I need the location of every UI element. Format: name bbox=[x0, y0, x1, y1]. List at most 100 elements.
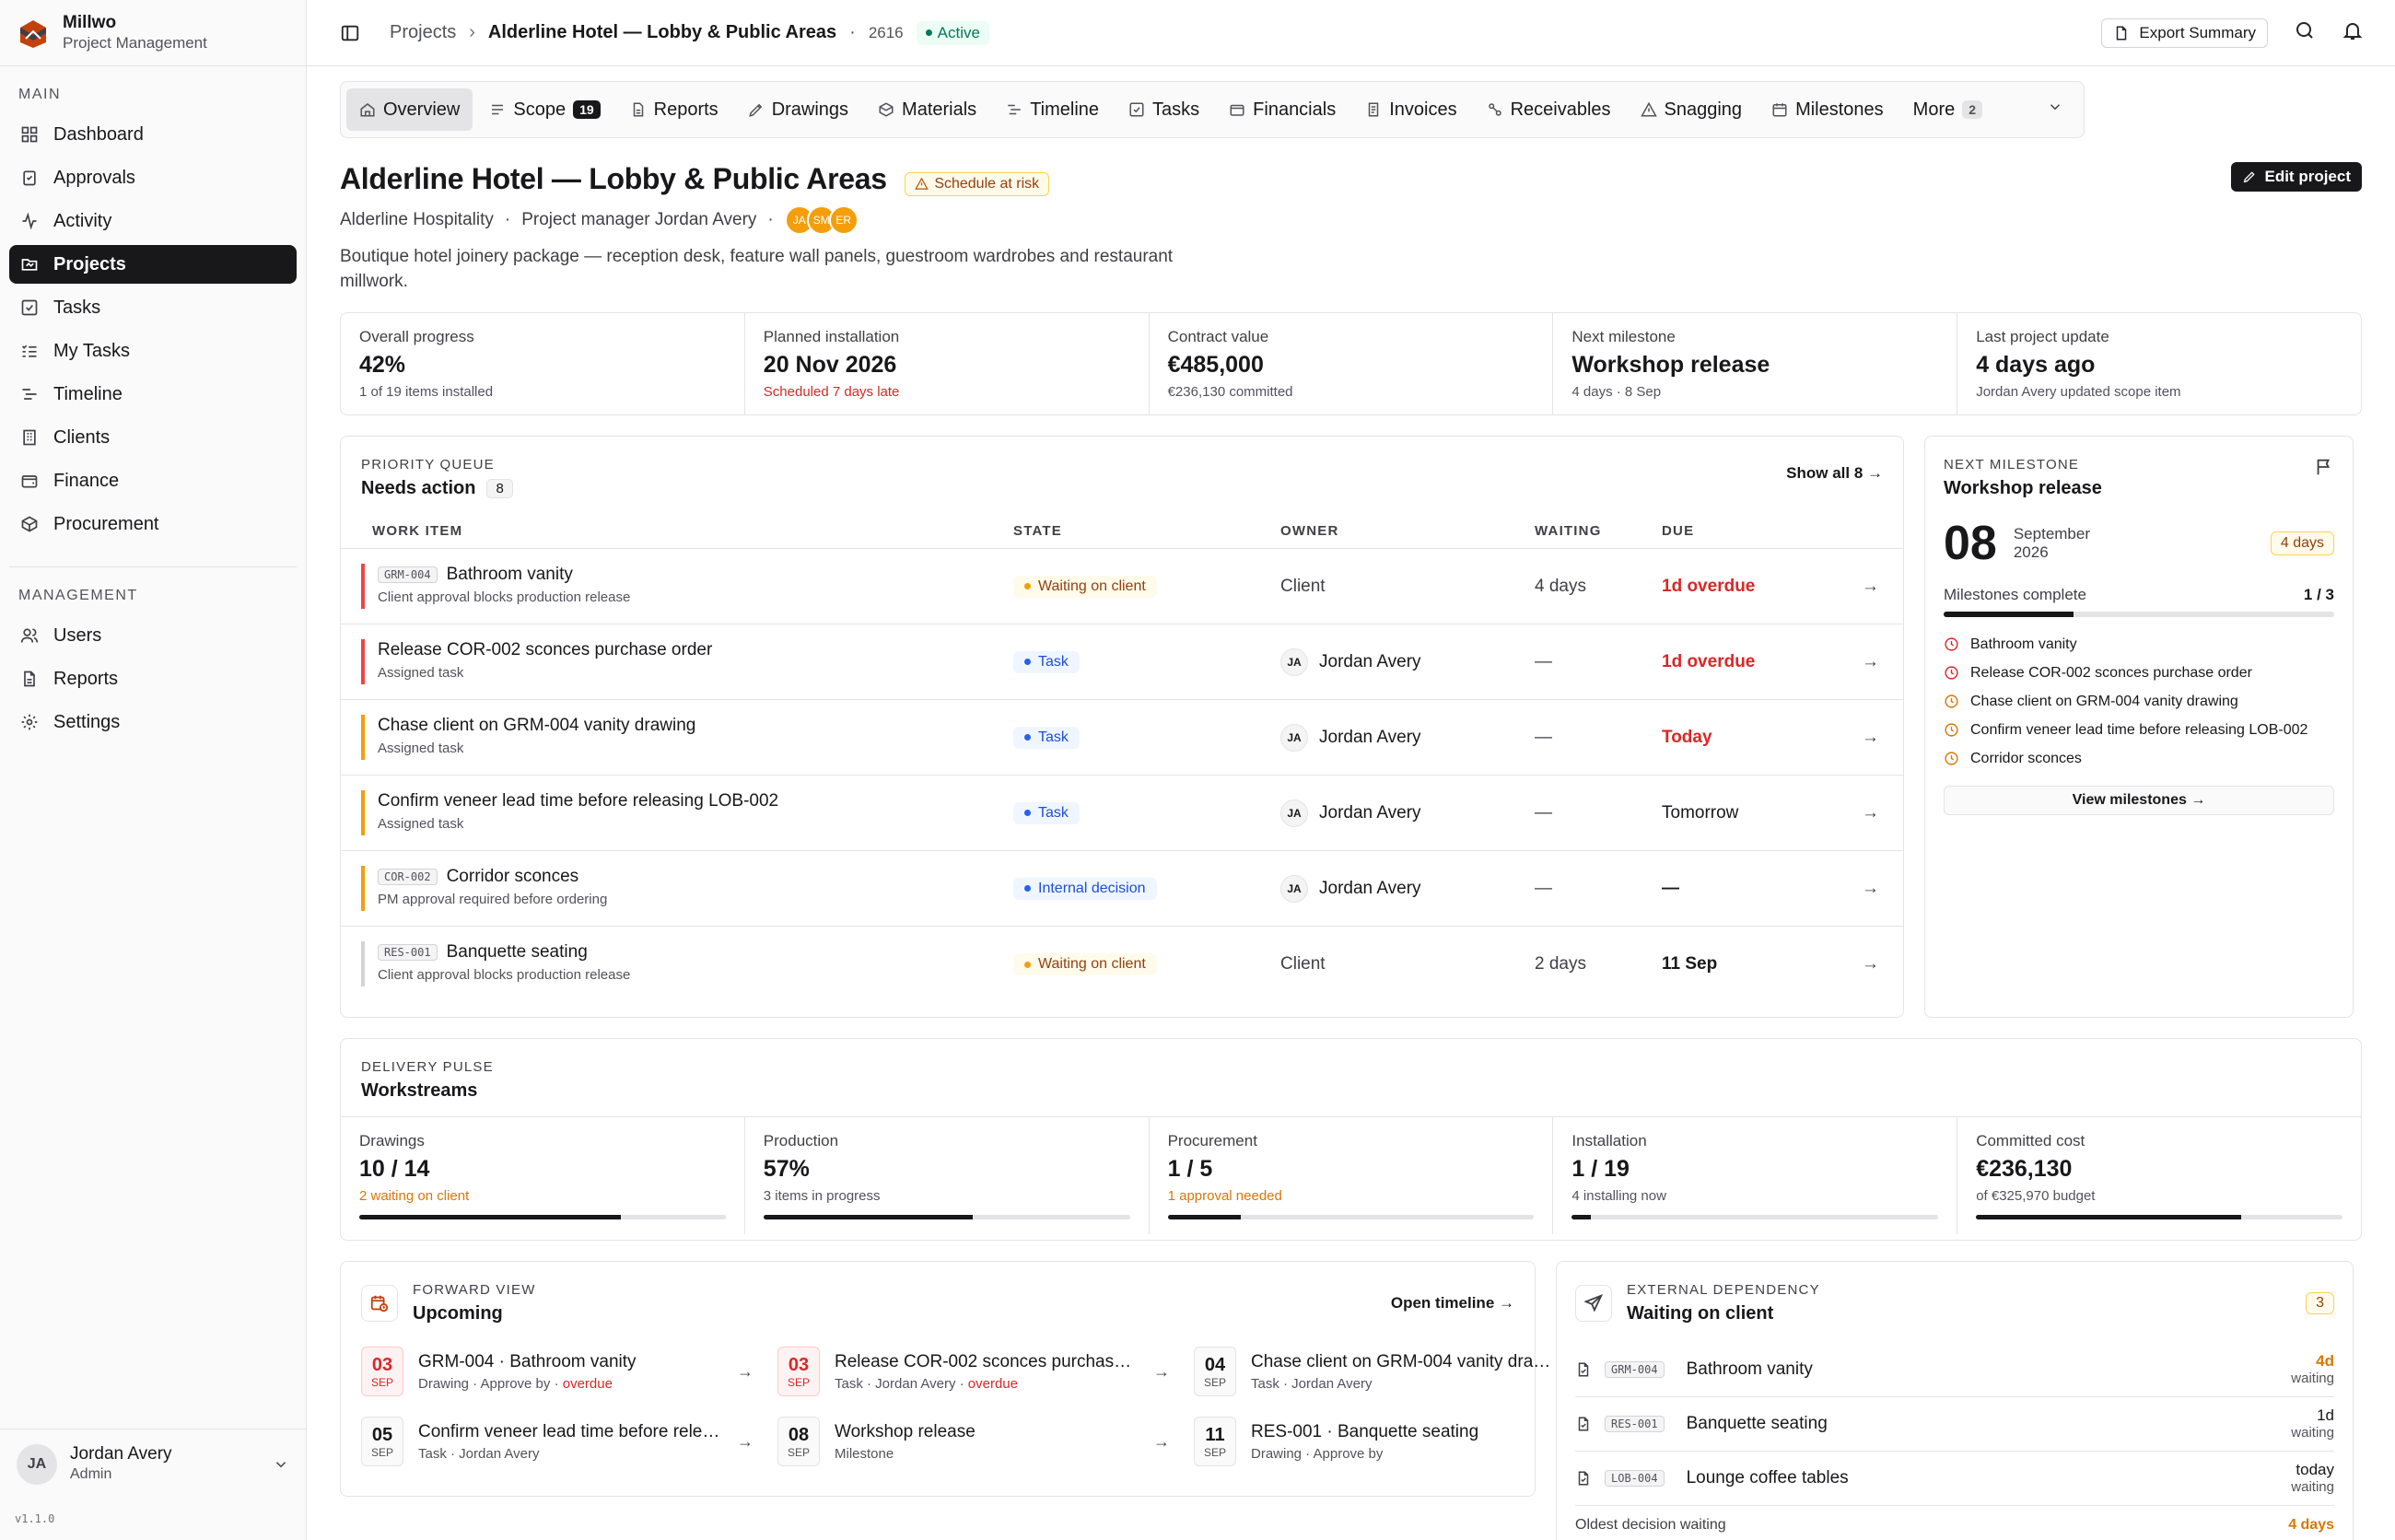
sidebar-item-procurement[interactable]: Procurement bbox=[9, 505, 297, 543]
tab-snagging[interactable]: Snagging bbox=[1628, 88, 1756, 131]
sidebar-item-users[interactable]: Users bbox=[9, 616, 297, 655]
queue-title-row: Needs action 8 bbox=[361, 478, 513, 499]
milestone-items: Bathroom vanity Release COR-002 sconces p… bbox=[1944, 630, 2334, 773]
workstream-progress-fill bbox=[1167, 1215, 1242, 1219]
table-row[interactable]: Release COR-002 sconces purchase order As… bbox=[341, 624, 1903, 700]
tab-milestones[interactable]: Milestones bbox=[1758, 88, 1897, 131]
tab-timeline[interactable]: Timeline bbox=[993, 88, 1112, 131]
clipboard-check-icon bbox=[23, 170, 36, 186]
view-milestones-button[interactable]: View milestones → bbox=[1944, 786, 2334, 815]
milestone-item[interactable]: Chase client on GRM-004 vanity drawing bbox=[1944, 687, 2334, 716]
tab-materials[interactable]: Materials bbox=[865, 88, 989, 131]
show-all-link[interactable]: Show all 8 → bbox=[1786, 464, 1883, 499]
milestone-item[interactable]: Corridor sconces bbox=[1944, 744, 2334, 773]
upcoming-item[interactable]: 03 SEP GRM-004 · Bathroom vanity Drawing · … bbox=[361, 1347, 754, 1396]
stat-label: Overall progress bbox=[359, 328, 474, 345]
sidebar-item-timeline[interactable]: Timeline bbox=[9, 375, 297, 414]
upcoming-item[interactable]: 05 SEP Confirm veneer lead time before rel… bbox=[361, 1417, 754, 1466]
team-avatars[interactable]: JA SM ER bbox=[784, 205, 859, 235]
table-row[interactable]: RES-001 Banquette seating Client approval … bbox=[341, 927, 1903, 1002]
sidebar-item-projects[interactable]: Projects bbox=[9, 245, 297, 284]
stat-sub: 4 days · 8 Sep bbox=[1571, 384, 1662, 400]
milestone-item[interactable]: Bathroom vanity bbox=[1944, 630, 2334, 659]
list-item[interactable]: LOB-004 Lounge coffee tables today waiting bbox=[1575, 1452, 2334, 1506]
edit-project-button[interactable]: Edit project bbox=[2231, 162, 2362, 192]
arrow-right-icon[interactable]: → bbox=[1848, 927, 1903, 1002]
arrow-right-icon[interactable]: → bbox=[1848, 699, 1903, 776]
sidebar-item-finance[interactable]: Finance bbox=[9, 461, 297, 500]
tab-scope[interactable]: Scope 19 bbox=[476, 88, 613, 131]
tab-invoices[interactable]: Invoices bbox=[1352, 88, 1469, 131]
avatar[interactable]: ER bbox=[828, 205, 859, 235]
arrow-right-icon[interactable]: → bbox=[1848, 850, 1903, 927]
nav-management-list: Users Reports Settings bbox=[0, 612, 306, 746]
user-menu[interactable]: JA Jordan Avery Admin bbox=[0, 1429, 306, 1499]
open-timeline-link[interactable]: Open timeline → bbox=[1391, 1294, 1514, 1312]
tab-more[interactable]: More 2 bbox=[1900, 88, 1995, 131]
stat-card: Next milestone Workshop release 4 days · 8… bbox=[1553, 313, 1958, 414]
arrow-right-icon[interactable]: → bbox=[1848, 624, 1903, 700]
table-row[interactable]: COR-002 Corridor sconces PM approval requi… bbox=[341, 850, 1903, 927]
tab-drawings[interactable]: Drawings bbox=[735, 88, 861, 131]
sidebar-item-my-tasks[interactable]: My Tasks bbox=[9, 332, 297, 370]
risk-badge: Schedule at risk bbox=[905, 171, 1050, 196]
milestone-item[interactable]: Confirm veneer lead time before releasin… bbox=[1944, 716, 2334, 744]
milestone-item[interactable]: Release COR-002 sconces purchase order bbox=[1944, 659, 2334, 687]
sidebar-item-reports[interactable]: Reports bbox=[9, 659, 297, 698]
sidebar-item-tasks[interactable]: Tasks bbox=[9, 288, 297, 327]
breadcrumb-projects[interactable]: Projects bbox=[390, 22, 456, 43]
workstream-label: Procurement bbox=[1167, 1132, 1257, 1149]
list-item[interactable]: GRM-004 Bathroom vanity 4d waiting bbox=[1575, 1343, 2334, 1397]
state-dot-icon bbox=[1024, 659, 1031, 666]
list-item[interactable]: RES-001 Banquette seating 1d waiting bbox=[1575, 1397, 2334, 1452]
stat-sub: €236,130 committed bbox=[1167, 384, 1293, 400]
tab-reports[interactable]: Reports bbox=[617, 88, 731, 131]
workstream-sub: 2 waiting on client bbox=[359, 1188, 470, 1204]
arrow-right-icon[interactable]: → bbox=[1848, 548, 1903, 624]
queue-body: GRM-004 Bathroom vanity Client approval bl… bbox=[341, 548, 1903, 1002]
milestone-item-label: Release COR-002 sconces purchase order bbox=[1970, 664, 2252, 681]
table-row[interactable]: GRM-004 Bathroom vanity Client approval bl… bbox=[341, 548, 1903, 624]
workstream-value: 10 / 14 bbox=[359, 1156, 430, 1182]
tab-financials[interactable]: Financials bbox=[1216, 88, 1349, 131]
tab-receivables[interactable]: Receivables bbox=[1474, 88, 1624, 131]
send-icon bbox=[1575, 1285, 1612, 1322]
tab-label: Materials bbox=[902, 99, 977, 120]
workstream-sub: 4 installing now bbox=[1571, 1188, 1666, 1204]
sidebar-item-activity[interactable]: Activity bbox=[9, 202, 297, 240]
gear-icon bbox=[21, 714, 38, 730]
sidebar-item-label: Users bbox=[53, 624, 102, 646]
tab-overview[interactable]: Overview bbox=[346, 88, 473, 131]
search-button[interactable] bbox=[2294, 19, 2316, 47]
brand[interactable]: Millwo Project Management bbox=[0, 0, 306, 66]
table-row[interactable]: Chase client on GRM-004 vanity drawing As… bbox=[341, 699, 1903, 776]
owner: JA Jordan Avery bbox=[1280, 723, 1535, 752]
table-row[interactable]: Confirm veneer lead time before releasin… bbox=[341, 775, 1903, 851]
workstream-progress-bar bbox=[1571, 1215, 1939, 1219]
sidebar-item-dashboard[interactable]: Dashboard bbox=[9, 115, 297, 154]
client-name[interactable]: Alderline Hospitality bbox=[340, 210, 494, 230]
upcoming-item[interactable]: 08 SEP Workshop release Milestone → bbox=[777, 1417, 1170, 1466]
export-summary-button[interactable]: Export Summary bbox=[2101, 18, 2268, 48]
upcoming-item[interactable]: 03 SEP Release COR-002 sconces purchase or… bbox=[777, 1347, 1170, 1396]
sidebar-item-settings[interactable]: Settings bbox=[9, 703, 297, 741]
tab-overview-icon bbox=[360, 103, 375, 117]
state-dot-icon bbox=[1024, 734, 1031, 741]
tab-tasks[interactable]: Tasks bbox=[1116, 88, 1212, 131]
warning-icon bbox=[915, 177, 929, 190]
sidebar-toggle-icon[interactable] bbox=[340, 23, 360, 43]
due: Today bbox=[1662, 699, 1848, 776]
milestone-item-label: Confirm veneer lead time before releasin… bbox=[1970, 721, 2308, 738]
chevron-down-icon[interactable] bbox=[273, 1456, 289, 1473]
due: 1d overdue bbox=[1662, 624, 1848, 700]
notifications-button[interactable] bbox=[2342, 19, 2364, 47]
tabs-overflow-button[interactable] bbox=[2032, 99, 2078, 121]
arrow-right-icon[interactable]: → bbox=[1848, 775, 1903, 851]
sidebar-item-approvals[interactable]: Approvals bbox=[9, 158, 297, 197]
upcoming-item[interactable]: 11 SEP RES-001 · Banquette seating Drawing … bbox=[1194, 1417, 1586, 1466]
sidebar-item-clients[interactable]: Clients bbox=[9, 418, 297, 457]
upcoming-item[interactable]: 04 SEP Chase client on GRM-004 vanity draw… bbox=[1194, 1347, 1586, 1396]
work-item-sub: Client approval blocks production releas… bbox=[378, 967, 631, 984]
state-pill: Task bbox=[1013, 726, 1080, 749]
tab-snagging-icon bbox=[1640, 101, 1657, 117]
